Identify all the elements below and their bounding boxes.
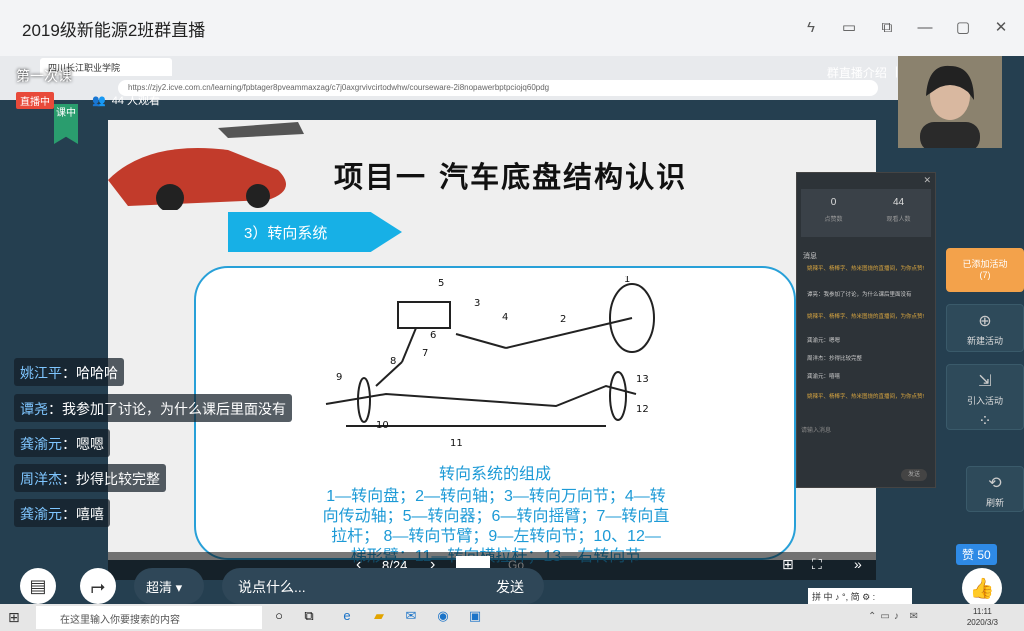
file-explorer-icon[interactable]: ▰ [370,608,388,626]
mail-icon[interactable]: ✉ [402,608,420,626]
chat-message: 姚辣平、杨棒字、热米图烧的直播间，为你点赞! [807,314,925,320]
task-view-icon[interactable]: ⧉ [300,608,318,626]
label-10: 10 [376,420,389,431]
label-6: 6 [430,330,436,341]
label-1: 1 [624,276,630,285]
window-titlebar: 2019级新能源2班群直播 ϟ ▭ ⧉ — ▢ ✕ [0,0,1024,56]
lesson-name: 第一次课 [16,68,72,84]
class-status-ribbon: 课中 [54,104,78,144]
label-13: 13 [636,374,649,385]
import-icon: ⇲ [978,373,992,390]
caret-down-icon: ▾ [175,580,183,595]
car-illustration [108,122,304,210]
slide-title: 项目一 汽车底盘结构认识 [334,160,688,194]
chat-message: 龚渝元：嘻嘻 [807,374,841,380]
refresh-icon: ⟲ [988,475,1002,492]
share-icon: ⮣ [90,575,106,596]
share-button[interactable]: ⮣ [80,568,116,604]
viewer-count: 👥 44 人观看 [92,92,160,108]
minimize-icon[interactable]: — [914,16,936,38]
titlebar-controls: ϟ ▭ ⧉ — ▢ ✕ [800,16,1012,38]
app-icon[interactable]: ◉ [434,608,452,626]
section-arrow-label: 3）转向系统 [228,212,402,252]
send-button[interactable]: 发送 [496,577,524,597]
steering-system-diagram: 1 2 3 4 5 6 7 8 9 10 11 12 13 [325,276,655,449]
label-11: 11 [450,438,463,449]
like-button[interactable]: 👍 [962,568,1002,608]
presentation-slide: 项目一 汽车底盘结构认识 3）转向系统 1 2 3 4 5 6 7 8 9 10… [108,120,876,565]
intro-link[interactable]: 群直播介绍 [827,64,887,81]
import-activity-button[interactable]: ⇲ 引入活动 ⁘ [946,364,1024,430]
teacher-camera [898,56,1002,148]
app-icon[interactable]: ▣ [466,608,484,626]
chat-send-button[interactable]: 发送 [901,469,927,481]
chat-input[interactable]: 请输入消息 [801,425,931,465]
notes-button[interactable]: ▤ [20,568,56,604]
added-activities-button[interactable]: 已添加活动 (7) [946,248,1024,292]
browser-url: https://zjy2.icve.com.cn/learning/fpbtag… [118,80,878,96]
chat-message: 龚渝元：嗯嗯 [807,338,841,344]
ime-toolbar[interactable]: 拼 中 ♪ °, 简 ⚙ : [808,588,912,604]
caption-title: 转向系统的组成 [438,466,551,483]
chat-message: 周洋杰：抄得比较完整 [807,356,863,362]
chat-message: 谭亮：我参加了讨论，为什么课后里面没有 [807,292,912,298]
refresh-button[interactable]: ⟲ 刷新 [966,466,1024,512]
taskbar-search[interactable]: 在这里输入你要搜索的内容 [36,606,262,629]
windows-start-icon[interactable]: ⊞ [8,609,20,626]
overlay-comment: 姚江平：哈哈哈 [14,358,124,386]
chat-message: 姚辣平、杨棒字、热米图烧的直播间，为你点赞! [807,266,925,272]
overlay-comment: 龚渝元：嗯嗯 [14,429,110,457]
grid-dots-icon: ⁘ [978,413,992,430]
label-4: 4 [502,312,508,323]
close-icon[interactable]: ✕ [923,175,931,186]
stream-chat-panel: ✕ 0 点赞数 44 观看人数 消息 姚辣平、杨棒字、热米图烧的直播间，为你点赞! … [796,172,936,488]
overlay-comment: 龚渝元：嘻嘻 [14,499,110,527]
teacher-avatar-icon [898,56,1002,148]
label-5: 5 [438,278,444,289]
close-icon[interactable]: ✕ [990,16,1012,38]
cortana-icon[interactable]: ○ [270,608,288,626]
edge-icon[interactable]: e [338,608,356,626]
label-7: 7 [422,348,428,359]
restore-icon[interactable]: ▢ [952,16,974,38]
label-9: 9 [336,372,342,383]
quality-select[interactable]: 超清 ▾ [134,568,204,604]
live-badge: 直播中 [16,92,54,109]
window-title: 2019级新能源2班群直播 [22,20,206,40]
lightning-icon[interactable]: ϟ [800,16,822,38]
label-12: 12 [636,404,649,415]
thumbs-up-icon: 👍 [969,577,995,600]
plus-circle-icon: ⊕ [978,313,992,330]
notes-icon: ▤ [29,575,47,596]
live-stream-view: 四川长江职业学院 https://zjy2.icve.com.cn/learni… [0,56,1024,604]
label-3: 3 [474,298,480,309]
popout-icon[interactable]: ⧉ [876,16,898,38]
people-icon: 👥 [92,94,106,107]
whiteboard-icon[interactable]: ▭ [838,16,860,38]
like-stat: 0 点赞数 [824,197,843,223]
stats-box: 0 点赞数 44 观看人数 [801,189,931,237]
viewer-stat: 44 观看人数 [886,197,911,223]
overlay-comment: 谭尧：我参加了讨论，为什么课后里面没有 [14,394,292,422]
viewer-count-text: 44 人观看 [111,95,160,107]
system-tray[interactable]: ⌃▭♪ ✉ [868,611,922,622]
messages-header: 消息 [803,253,817,260]
label-8: 8 [390,356,396,367]
windows-taskbar: ⊞ 在这里输入你要搜索的内容 ○ ⧉ e ▰ ✉ ◉ ▣ ⌃▭♪ ✉ 11:11… [0,604,1024,631]
taskbar-clock[interactable]: 11:11 2020/3/3 [967,606,998,628]
new-activity-button[interactable]: ⊕ 新建活动 [946,304,1024,352]
label-2: 2 [560,314,566,325]
overlay-comment: 周洋杰：抄得比较完整 [14,464,166,492]
comment-input[interactable]: 说点什么... 发送 [222,568,544,604]
chat-message: 姚辣平、杨棒字、热米图烧的直播间，为你点赞! [807,394,925,400]
